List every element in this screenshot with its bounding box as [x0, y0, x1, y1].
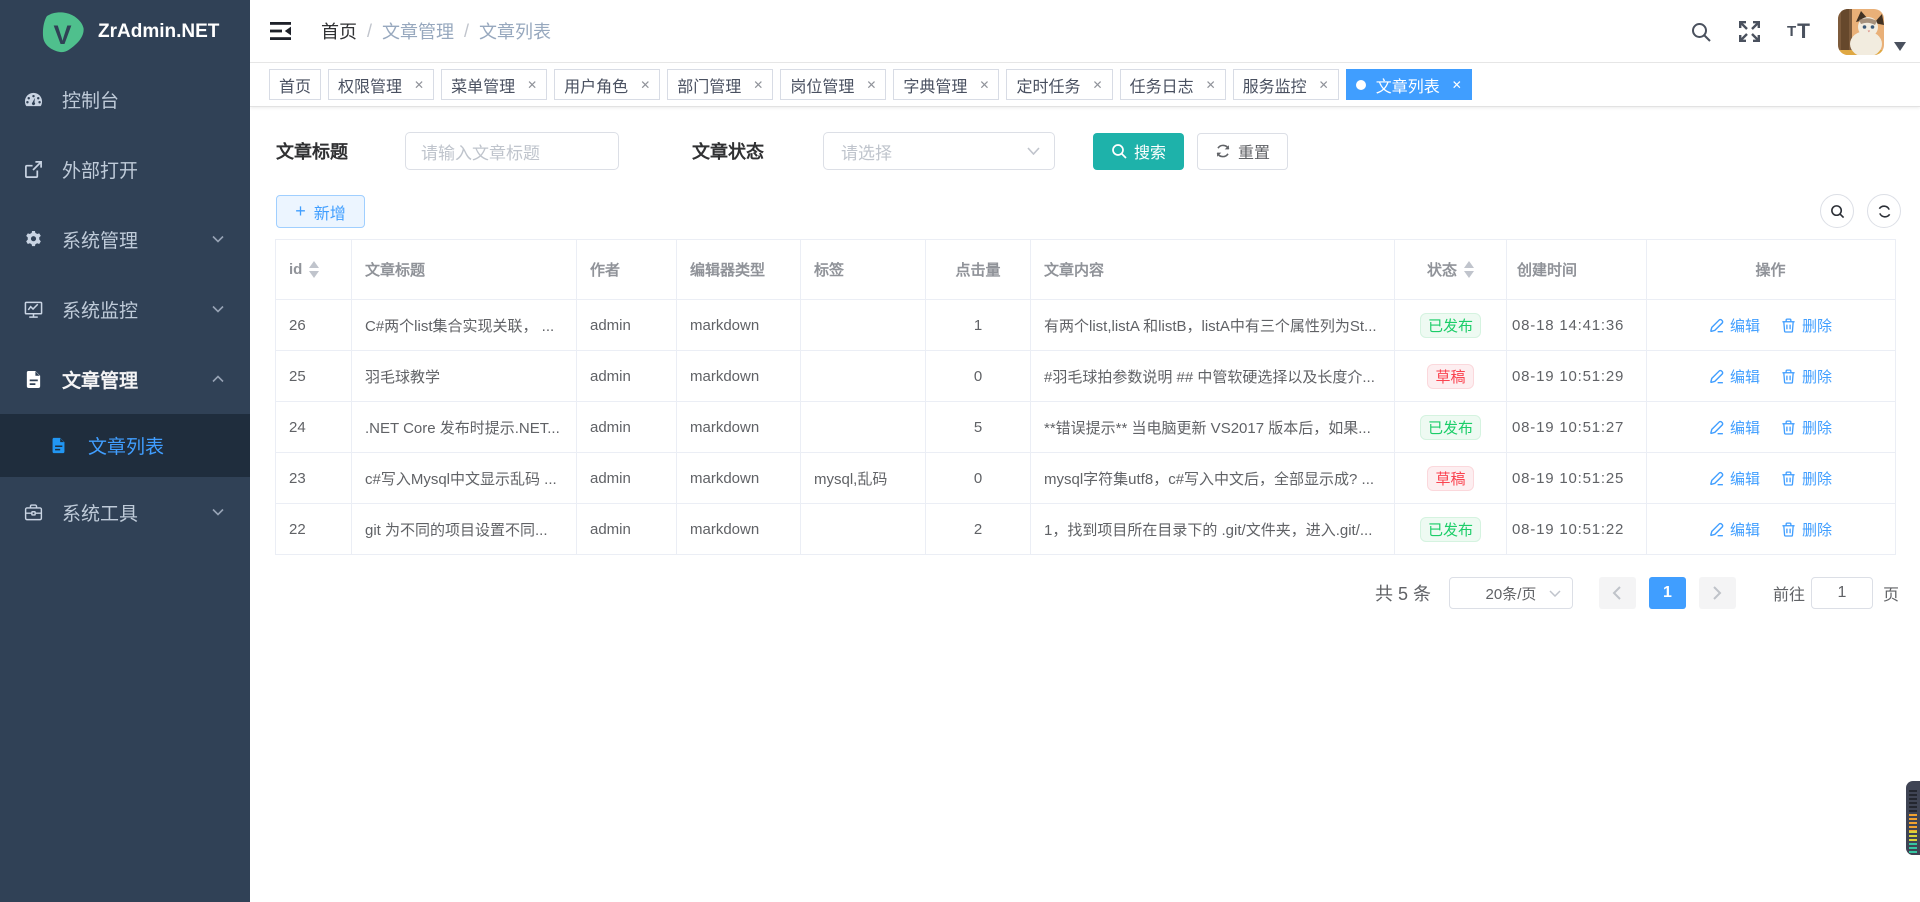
svg-text:V: V: [53, 20, 71, 50]
